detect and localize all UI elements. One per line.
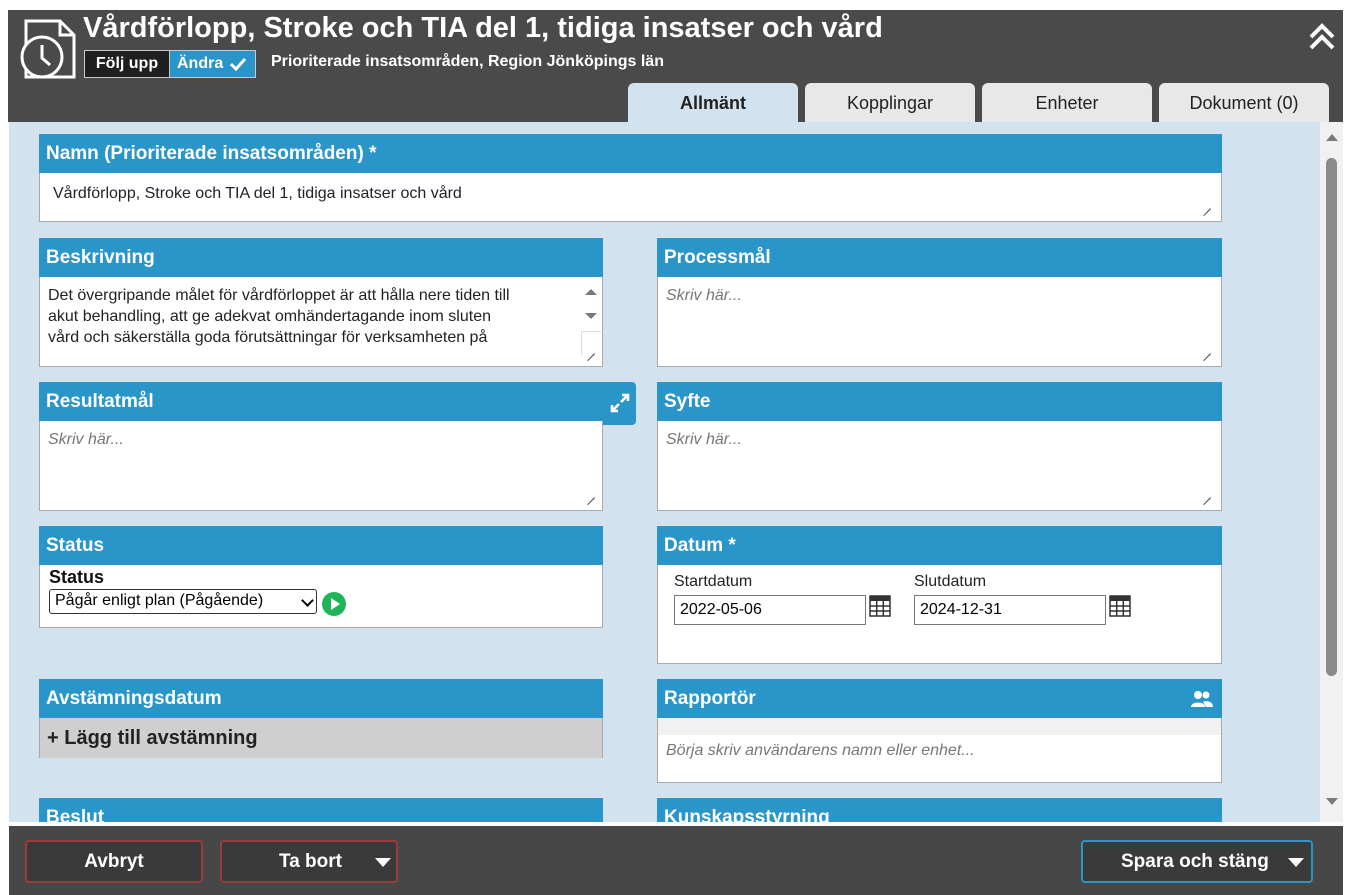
description-panel: Beskrivning Det övergripande målet för v… bbox=[39, 238, 603, 367]
status-select[interactable]: Pågår enligt plan (Pågående) bbox=[49, 589, 317, 614]
scroll-up-icon[interactable] bbox=[1326, 134, 1338, 141]
check-icon bbox=[229, 57, 246, 71]
reconciliation-panel: Avstämningsdatum + Lägg till avstämning bbox=[39, 679, 603, 758]
decision-label: Beslut bbox=[39, 798, 603, 822]
scroll-up-icon[interactable] bbox=[585, 289, 597, 295]
purpose-panel: Syfte Skriv här... bbox=[657, 382, 1222, 511]
tab-kopplingar[interactable]: Kopplingar bbox=[805, 83, 975, 122]
name-input[interactable]: Vårdförlopp, Stroke och TIA del 1, tidig… bbox=[53, 183, 462, 204]
page-title: Vårdförlopp, Stroke och TIA del 1, tidig… bbox=[83, 12, 883, 44]
purpose-label: Syfte bbox=[657, 382, 1222, 421]
cancel-button[interactable]: Avbryt bbox=[25, 840, 203, 883]
process-goal-panel: Processmål Skriv här... bbox=[657, 238, 1222, 367]
description-line-3: vård och säkerställa goda förutsättninga… bbox=[48, 329, 488, 346]
tab-dokument[interactable]: Dokument (0) bbox=[1159, 83, 1329, 122]
caret-down-icon bbox=[1288, 858, 1304, 867]
form-content: Namn (Prioriterade insatsområden) * Vård… bbox=[9, 122, 1320, 822]
description-textarea[interactable]: Det övergripande målet för vårdförloppet… bbox=[40, 277, 580, 365]
scrollbar-thumb[interactable] bbox=[1326, 158, 1337, 676]
chevron-down-icon bbox=[301, 594, 314, 607]
decision-panel: Beslut bbox=[39, 798, 603, 822]
result-goal-panel: Resultatmål Skriv här... bbox=[39, 382, 603, 511]
expand-button[interactable] bbox=[603, 382, 636, 425]
result-goal-label: Resultatmål bbox=[39, 382, 603, 421]
resize-handle-icon[interactable] bbox=[1201, 199, 1211, 209]
description-line-2: akut behandling, att ge adekvat omhänder… bbox=[48, 308, 491, 325]
start-date-label: Startdatum bbox=[674, 573, 753, 590]
process-goal-label: Processmål bbox=[657, 238, 1222, 277]
page-scrollbar[interactable] bbox=[1320, 122, 1343, 822]
name-panel: Namn (Prioriterade insatsområden) * Vård… bbox=[39, 134, 1222, 222]
start-date-input[interactable]: 2022-05-06 bbox=[674, 595, 866, 625]
scroll-down-icon[interactable] bbox=[585, 313, 597, 319]
footer-bar: Avbryt Ta bort Spara och stäng bbox=[9, 826, 1343, 895]
play-icon[interactable] bbox=[322, 592, 346, 616]
scroll-down-icon[interactable] bbox=[1326, 798, 1338, 805]
knowledge-label: Kunskapsstyrning bbox=[657, 798, 1222, 822]
calendar-icon[interactable] bbox=[1109, 595, 1131, 617]
resize-handle-icon[interactable] bbox=[1201, 488, 1211, 498]
save-and-close-button[interactable]: Spara och stäng bbox=[1081, 840, 1313, 883]
date-panel: Datum * Startdatum 2022-05-06 Slutdatum … bbox=[657, 526, 1222, 664]
reporter-label: Rapportör bbox=[657, 679, 1222, 718]
knowledge-panel: Kunskapsstyrning bbox=[657, 798, 1222, 822]
end-date-label: Slutdatum bbox=[914, 573, 987, 590]
description-label: Beskrivning bbox=[39, 238, 603, 277]
resize-handle-icon[interactable] bbox=[1201, 344, 1211, 354]
description-line-1: Det övergripande målet för vårdförloppet… bbox=[48, 287, 510, 304]
status-panel-body: Status Pågår enligt plan (Pågående) bbox=[40, 565, 602, 625]
status-panel: Status Status Pågår enligt plan (Pågåend… bbox=[39, 526, 603, 628]
reconciliation-label: Avstämningsdatum bbox=[39, 679, 603, 718]
header-bar: Vårdförlopp, Stroke och TIA del 1, tidig… bbox=[8, 10, 1343, 124]
resize-handle-icon[interactable] bbox=[585, 344, 595, 354]
delete-button-label: Ta bort bbox=[279, 851, 342, 872]
date-label: Datum * bbox=[657, 526, 1222, 565]
tab-allmant[interactable]: Allmänt bbox=[628, 83, 798, 124]
status-label: Status bbox=[39, 526, 603, 565]
double-chevron-up-icon[interactable] bbox=[1306, 20, 1338, 52]
follow-up-button[interactable]: Följ upp bbox=[84, 50, 170, 78]
name-label: Namn (Prioriterade insatsområden) * bbox=[39, 134, 1222, 173]
edit-button[interactable]: Ändra bbox=[169, 50, 256, 78]
users-icon[interactable] bbox=[1191, 690, 1213, 708]
reporter-panel: Rapportör Börja skriv användarens namn e… bbox=[657, 679, 1222, 783]
resize-handle-icon[interactable] bbox=[585, 488, 595, 498]
page-subtitle: Prioriterade insatsområden, Region Jönkö… bbox=[271, 53, 664, 70]
process-goal-input[interactable]: Skriv här... bbox=[666, 287, 742, 305]
end-date-input[interactable]: 2024-12-31 bbox=[914, 595, 1106, 625]
caret-down-icon bbox=[375, 858, 391, 867]
edit-button-label: Ändra bbox=[177, 55, 224, 72]
document-clock-icon bbox=[20, 19, 76, 79]
app-window: Vårdförlopp, Stroke och TIA del 1, tidig… bbox=[0, 0, 1347, 895]
status-sublabel: Status bbox=[49, 567, 105, 587]
add-reconciliation-button[interactable]: + Lägg till avstämning bbox=[40, 718, 602, 758]
tab-enheter[interactable]: Enheter bbox=[982, 83, 1152, 122]
result-goal-input[interactable]: Skriv här... bbox=[48, 431, 124, 449]
status-select-value: Pågår enligt plan (Pågående) bbox=[55, 592, 264, 609]
reporter-input[interactable]: Börja skriv användarens namn eller enhet… bbox=[666, 742, 975, 760]
reporter-divider bbox=[658, 718, 1221, 735]
delete-button[interactable]: Ta bort bbox=[220, 840, 398, 883]
purpose-input[interactable]: Skriv här... bbox=[666, 431, 742, 449]
save-and-close-label: Spara och stäng bbox=[1121, 851, 1269, 872]
expand-icon bbox=[610, 393, 630, 413]
calendar-icon[interactable] bbox=[869, 595, 891, 617]
